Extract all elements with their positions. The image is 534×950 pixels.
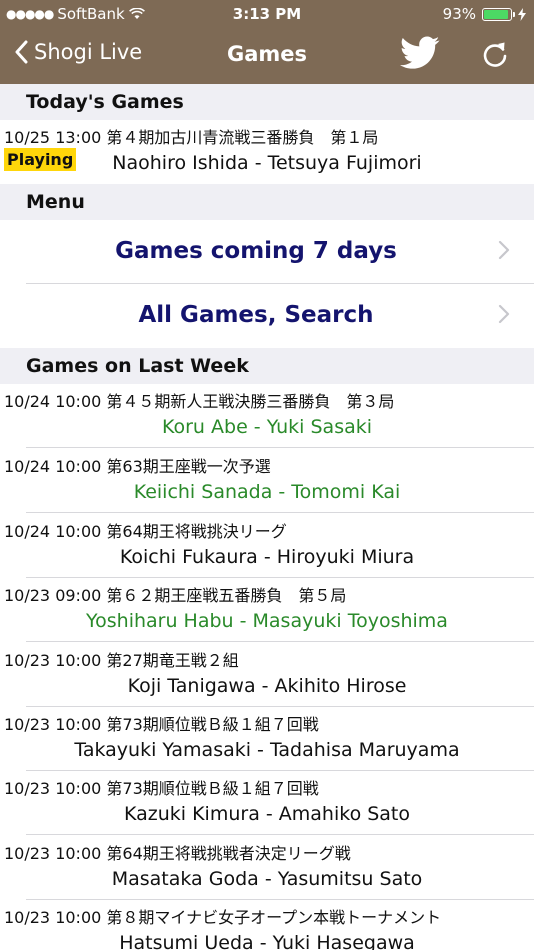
twitter-bird-icon (400, 36, 440, 69)
game-players: Kazuki Kimura - Amahiko Sato (123, 803, 411, 825)
game-players: Hatsumi Ueda - Yuki Hasegawa (119, 932, 415, 950)
section-header-today: Today's Games (0, 84, 534, 120)
game-row[interactable]: 10/23 10:00 第73期順位戦Ｂ級１組７回戦 Kazuki Kimura… (0, 771, 534, 835)
game-meta: 10/23 10:00 第64期王将戦挑戦者決定リーグ戦 (4, 844, 351, 863)
game-meta: 10/25 13:00 第４期加古川青流戦三番勝負 第１局 (4, 128, 379, 147)
game-meta: 10/23 10:00 第73期順位戦Ｂ級１組７回戦 (4, 715, 319, 734)
game-players: Yoshiharu Habu - Masayuki Toyoshima (86, 610, 448, 632)
game-players: Koru Abe - Yuki Sasaki (161, 416, 373, 438)
battery-icon (482, 7, 515, 21)
game-players: Masataka Goda - Yasumitsu Sato (111, 868, 423, 890)
game-meta: 10/24 10:00 第64期王将戦挑決リーグ (4, 522, 287, 541)
battery-group: 93% (443, 5, 526, 23)
back-button-label: Shogi Live (34, 40, 143, 64)
row-divider (26, 512, 534, 513)
game-row[interactable]: 10/24 10:00 第63期王座戦一次予選 Keiichi Sanada -… (0, 449, 534, 513)
game-row[interactable]: 10/24 10:00 第４５期新人王戦決勝三番勝負 第３局 Koru Abe … (0, 384, 534, 448)
game-players: Keiichi Sanada - Tomomi Kai (133, 481, 401, 503)
menu-item-label: Games coming 7 days (115, 238, 397, 264)
section-header-menu: Menu (0, 184, 534, 220)
row-divider (26, 641, 534, 642)
game-row[interactable]: 10/24 10:00 第64期王将戦挑決リーグ Koichi Fukaura … (0, 514, 534, 578)
section-header-last-week: Games on Last Week (0, 348, 534, 384)
chevron-right-icon (498, 240, 510, 260)
game-row[interactable]: 10/23 09:00 第６２期王座戦五番勝負 第５局 Yoshiharu Ha… (0, 578, 534, 642)
game-players: Takayuki Yamasaki - Tadahisa Maruyama (74, 739, 460, 761)
row-divider (26, 447, 534, 448)
game-meta: 10/23 10:00 第73期順位戦Ｂ級１組７回戦 (4, 779, 319, 798)
game-row[interactable]: 10/23 10:00 第64期王将戦挑戦者決定リーグ戦 Masataka Go… (0, 836, 534, 900)
game-players: Koichi Fukaura - Hiroyuki Miura (119, 546, 415, 568)
game-row[interactable]: 10/23 10:00 第27期竜王戦２組 Koji Tanigawa - Ak… (0, 643, 534, 707)
game-row[interactable]: 10/23 10:00 第73期順位戦Ｂ級１組７回戦 Takayuki Yama… (0, 707, 534, 771)
chevron-right-icon (498, 304, 510, 324)
game-players: Koji Tanigawa - Akihito Hirose (127, 675, 407, 697)
charging-icon (518, 7, 526, 21)
menu-item-games-coming[interactable]: Games coming 7 days (0, 220, 534, 284)
battery-fill (484, 9, 509, 19)
battery-percent: 93% (442, 5, 476, 23)
refresh-icon (483, 42, 507, 67)
back-button[interactable]: Shogi Live (14, 40, 142, 64)
game-players: Naohiro Ishida - Tetsuya Fujimori (112, 152, 422, 174)
menu-item-all-games-search[interactable]: All Games, Search (0, 284, 534, 348)
today-game-row[interactable]: 10/25 13:00 第４期加古川青流戦三番勝負 第１局 Playing Na… (0, 120, 534, 184)
game-meta: 10/24 10:00 第63期王座戦一次予選 (4, 457, 271, 476)
game-meta: 10/23 10:00 第８期マイナビ女子オープン本戦トーナメント (4, 908, 442, 927)
chevron-left-icon (15, 40, 28, 64)
game-meta: 10/24 10:00 第４５期新人王戦決勝三番勝負 第３局 (4, 392, 395, 411)
refresh-button[interactable] (480, 40, 510, 74)
game-row[interactable]: 10/23 10:00 第８期マイナビ女子オープン本戦トーナメント Hatsum… (0, 900, 534, 950)
row-divider (26, 834, 534, 835)
game-meta: 10/23 09:00 第６２期王座戦五番勝負 第５局 (4, 586, 347, 605)
status-bar: ●●●●● SoftBank 3:13 PM 93% (0, 0, 534, 28)
menu-item-label: All Games, Search (138, 302, 374, 328)
twitter-button[interactable] (400, 36, 440, 74)
navigation-bar: Shogi Live Games (0, 28, 534, 84)
game-meta: 10/23 10:00 第27期竜王戦２組 (4, 651, 239, 670)
